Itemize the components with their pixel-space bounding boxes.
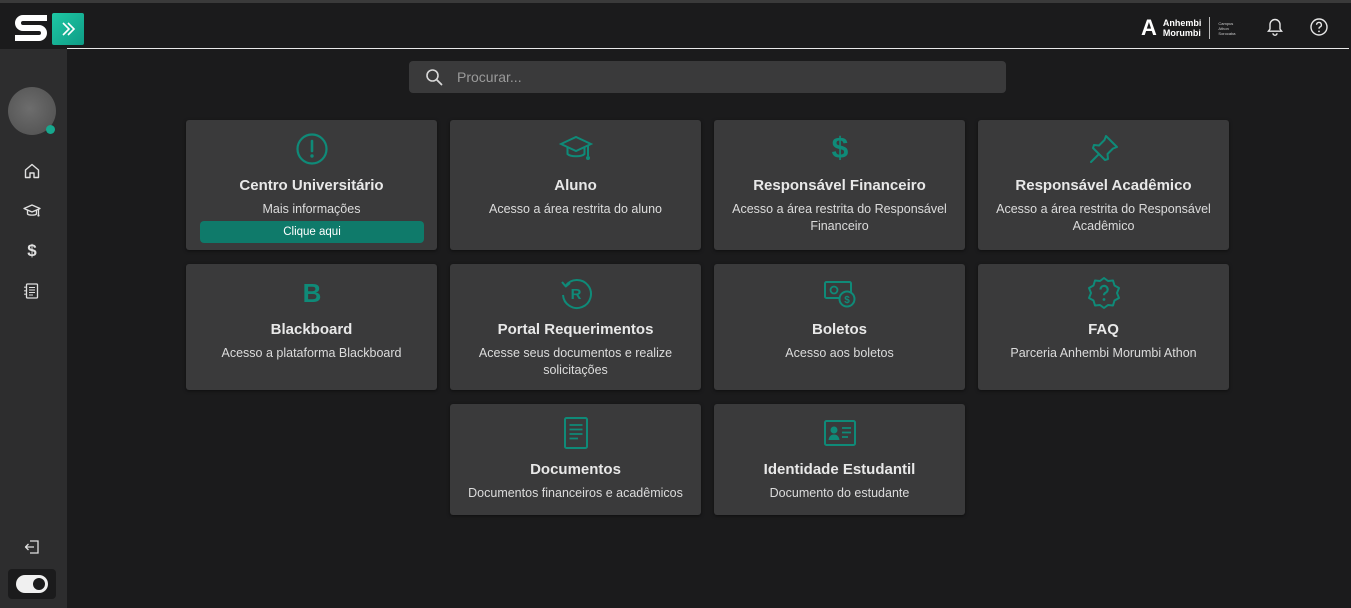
sidebar-item-home[interactable]: [22, 161, 42, 181]
card-title: Blackboard: [270, 321, 353, 338]
logo-s-icon: [15, 15, 47, 41]
dollar-icon: $: [823, 132, 857, 166]
card-description: Acesso a plataforma Blackboard: [221, 346, 402, 360]
card-centro-universitario[interactable]: Centro Universitário Mais informações Cl…: [186, 120, 437, 250]
document-icon: [559, 416, 593, 450]
card-documentos[interactable]: Documentos Documentos financeiros e acad…: [450, 404, 701, 515]
card-title: Boletos: [811, 321, 867, 338]
card-responsavel-academico[interactable]: Responsável Acadêmico Acesso a área rest…: [978, 120, 1229, 250]
brand-mark: A: [1141, 15, 1157, 40]
search-icon: [426, 69, 443, 86]
clique-aqui-button[interactable]: Clique aqui: [200, 221, 424, 243]
blackboard-glyph: B: [302, 277, 322, 308]
brand-divider: [1209, 17, 1211, 39]
card-responsavel-financeiro[interactable]: $ Responsável Financeiro Acesso a área r…: [714, 120, 965, 250]
brand-name-line1: Anhembi: [1162, 18, 1202, 28]
graduation-cap-icon: [559, 132, 593, 166]
card-description: Mais informações: [262, 202, 361, 216]
search-bar: [409, 61, 1006, 93]
card-description: Acesso a área restrita do aluno: [488, 202, 663, 216]
document-list-icon: [24, 283, 39, 299]
id-card-icon: [823, 416, 857, 450]
money-bill-icon: $: [823, 276, 857, 310]
university-logo: A Anhembi Morumbi Campus Athon Sorocaba: [1141, 15, 1236, 41]
pushpin-icon: [1087, 132, 1121, 166]
card-description: Acesso a área restrita do Responsável Fi…: [732, 202, 947, 233]
brand-sub-line3: Sorocaba: [1218, 30, 1236, 36]
card-identidade-estudantil[interactable]: Identidade Estudantil Documento do estud…: [714, 404, 965, 515]
brand-name: Anhembi Morumbi: [1163, 18, 1202, 38]
card-description: Parceria Anhembi Morumbi Athon: [1010, 346, 1197, 360]
expand-sidebar-button[interactable]: [52, 13, 84, 45]
blackboard-b-icon: B: [295, 276, 329, 310]
sidebar-item-financial[interactable]: $: [22, 241, 42, 261]
requirement-glyph: R: [571, 286, 582, 303]
bell-icon[interactable]: [1265, 17, 1285, 37]
card-description: Acesso a área restrita do Responsável Ac…: [996, 202, 1211, 233]
card-title: Responsável Financeiro: [753, 177, 926, 194]
brand-name-line2: Morumbi: [1162, 28, 1201, 38]
top-bar: A Anhembi Morumbi Campus Athon Sorocaba: [0, 3, 1351, 49]
svg-text:$: $: [844, 295, 850, 306]
sidebar-item-student[interactable]: [22, 201, 42, 221]
card-aluno[interactable]: Aluno Acesso a área restrita do aluno: [450, 120, 701, 250]
card-title: Responsável Acadêmico: [1015, 177, 1192, 194]
card-title: Centro Universitário: [239, 177, 384, 194]
theme-toggle-icon: [16, 575, 48, 593]
app-root: A Anhembi Morumbi Campus Athon Sorocaba: [0, 0, 1351, 608]
top-bar-divider: [67, 48, 1349, 49]
search-input[interactable]: [457, 61, 997, 93]
online-status-dot: [46, 125, 55, 134]
brand-campus: Campus Athon Sorocaba: [1218, 21, 1235, 36]
theme-toggle[interactable]: [8, 569, 56, 599]
double-chevron-right-icon: [62, 22, 76, 36]
card-title: Portal Requerimentos: [497, 321, 654, 338]
sidebar-item-documents[interactable]: [22, 281, 42, 301]
card-title: Aluno: [554, 177, 597, 194]
exclamation-circle-icon: [295, 132, 329, 166]
card-description: Documento do estudante: [769, 486, 910, 500]
requirement-r-icon: R: [559, 276, 593, 310]
card-blackboard[interactable]: B Blackboard Acesso a plataforma Blackbo…: [186, 264, 437, 390]
help-circle-icon[interactable]: [1309, 17, 1329, 37]
card-title: Identidade Estudantil: [763, 461, 916, 478]
card-portal-requerimentos[interactable]: R Portal Requerimentos Acesse seus docum…: [450, 264, 701, 390]
sidebar: $: [0, 49, 67, 608]
logout-icon: [24, 540, 39, 554]
card-description: Acesse seus documentos e realize solicit…: [478, 346, 673, 377]
home-icon: [24, 163, 40, 179]
card-description: Documentos financeiros e acadêmicos: [468, 486, 683, 500]
card-boletos[interactable]: $ Boletos Acesso aos boletos: [714, 264, 965, 390]
toggle-knob: [33, 578, 45, 590]
dollar-glyph: $: [831, 132, 849, 165]
card-title: FAQ: [1088, 321, 1119, 338]
card-title: Documentos: [530, 461, 621, 478]
graduation-cap-icon: [23, 204, 41, 217]
card-description: Acesso aos boletos: [785, 346, 894, 360]
dollar-icon: $: [27, 241, 37, 260]
card-faq[interactable]: FAQ Parceria Anhembi Morumbi Athon: [978, 264, 1229, 390]
question-badge-icon: [1087, 276, 1121, 310]
sidebar-item-logout[interactable]: [22, 537, 42, 557]
